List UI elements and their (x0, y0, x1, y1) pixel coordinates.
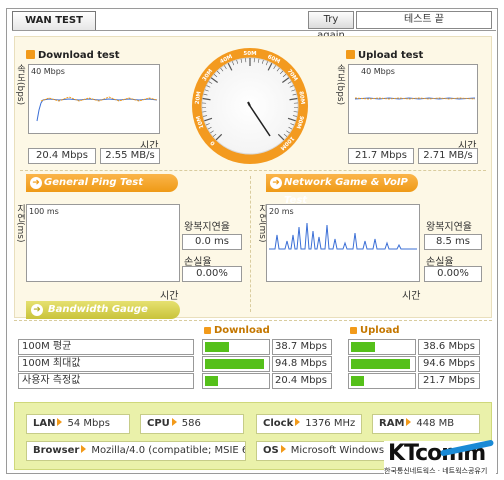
game-rtt-label: 왕복지연율 (426, 222, 472, 233)
try-again-button[interactable]: Try again (308, 11, 354, 41)
download-bar (202, 356, 270, 372)
bw-row-label: 사용자 측정값 (18, 373, 194, 389)
game-trace (269, 222, 417, 250)
ping-scale: 100 ms (29, 207, 59, 216)
ping-xlabel: 시간 (160, 291, 179, 302)
upload-graph: 40 Mbps (348, 64, 478, 134)
upload-mbps: 21.7 Mbps (348, 148, 414, 164)
browser-cell: Browser Mozilla/4.0 (compatible; MSIE 6.0 (26, 441, 246, 461)
status-field: 테스트 끝 (356, 11, 492, 29)
game-voip-banner: ➜ Network Game & VoIP Test (266, 174, 418, 206)
general-ping-banner: ➜ General Ping Test (26, 174, 178, 192)
tab-wan-test[interactable]: WAN TEST (12, 11, 96, 31)
bullet-icon (350, 327, 357, 334)
bw-download-header: Download (204, 325, 270, 336)
ping-rtt-label: 왕복지연율 (184, 222, 230, 233)
ram-cell: RAM 448 MB (372, 414, 480, 434)
ping-rtt-value: 0.0 ms (182, 234, 242, 250)
download-bar-fill (205, 342, 229, 352)
upload-bar-fill (351, 359, 410, 369)
speed-gauge: 010M20M30M40M50M60M70M80M90M100M (192, 48, 308, 164)
divider (250, 176, 251, 312)
game-xlabel: 시간 (402, 291, 421, 302)
arrow-icon (280, 445, 286, 453)
kt-comm-logo: KTcomm 한국통신네트웍스 · 네트웍스공유기 (384, 439, 496, 477)
bandwidth-banner: ➜ Bandwidth Gauge (26, 301, 180, 319)
bullet-icon (204, 327, 211, 334)
download-title: Download test (26, 50, 120, 61)
arrow-icon (171, 418, 177, 426)
download-bar (202, 339, 270, 355)
upload-bar (348, 339, 416, 355)
arrow-icon (57, 418, 63, 426)
divider (20, 170, 486, 171)
divider (14, 320, 492, 321)
arrow-icon: ➜ (30, 177, 42, 189)
upload-value: 38.6 Mbps (418, 339, 480, 355)
download-trace (36, 96, 158, 122)
ping-graph: 100 ms (26, 204, 180, 282)
game-rtt-value: 8.5 ms (424, 234, 482, 250)
bw-upload-header: Upload (350, 325, 399, 336)
gauge-tick-label: 50M (243, 51, 256, 57)
game-graph: 20 ms (266, 204, 420, 282)
arrow-icon (81, 445, 87, 453)
upload-bar-fill (351, 342, 375, 352)
arrow-icon (295, 418, 301, 426)
download-bar-fill (205, 376, 218, 386)
arrow-icon: ➜ (270, 177, 282, 189)
upload-value: 21.7 Mbps (418, 373, 480, 389)
lan-cell: LAN 54 Mbps (26, 414, 130, 434)
arrow-icon (406, 418, 412, 426)
download-mbs: 2.55 MB/s (100, 148, 160, 164)
download-value: 38.7 Mbps (272, 339, 332, 355)
download-value: 94.8 Mbps (272, 356, 332, 372)
upload-mbs: 2.71 MB/s (418, 148, 478, 164)
upload-ylabel: 속도(bps) (335, 64, 345, 106)
download-ylabel: 속도(bps) (15, 64, 25, 106)
arrow-icon: ➜ (31, 304, 43, 316)
download-bar-fill (205, 359, 264, 369)
bullet-icon (346, 50, 355, 59)
bw-row-label: 100M 평균 (18, 339, 194, 355)
bw-row-label: 100M 최대값 (18, 356, 194, 372)
download-graph: 40 Mbps (28, 64, 160, 134)
ping-loss-value: 0.00% (182, 266, 242, 282)
download-bar (202, 373, 270, 389)
download-mbps: 20.4 Mbps (28, 148, 96, 164)
upload-value: 94.6 Mbps (418, 356, 480, 372)
upload-bar (348, 356, 416, 372)
upload-trace (354, 97, 476, 100)
tab-divider (12, 30, 496, 31)
bullet-icon (26, 50, 35, 59)
upload-bar-fill (351, 376, 364, 386)
game-loss-value: 0.00% (424, 266, 482, 282)
clock-cell: Clock 1376 MHz (256, 414, 362, 434)
cpu-cell: CPU 586 (140, 414, 244, 434)
download-value: 20.4 Mbps (272, 373, 332, 389)
upload-bar (348, 373, 416, 389)
logo-subtitle: 한국통신네트웍스 · 네트웍스공유기 (384, 467, 488, 475)
upload-title: Upload test (346, 50, 423, 61)
